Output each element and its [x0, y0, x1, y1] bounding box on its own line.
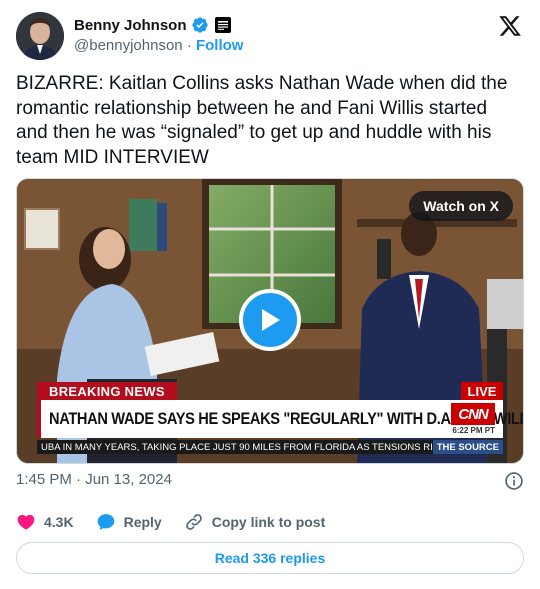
handle-row: @bennyjohnson · Follow — [74, 37, 243, 54]
network-logo: CNN — [451, 403, 495, 425]
ticker-source: THE SOURCE — [432, 440, 503, 454]
likes-count: 4.3K — [44, 514, 74, 530]
news-ticker: UBA IN MANY YEARS, TAKING PLACE JUST 90 … — [37, 440, 503, 454]
heart-icon — [17, 514, 35, 530]
play-icon — [262, 309, 280, 331]
play-button[interactable] — [239, 289, 301, 351]
watch-on-x-button[interactable]: Watch on X — [409, 191, 513, 221]
reply-bubble-icon — [97, 514, 114, 530]
video-player[interactable]: Watch on X BREAKING NEWS LIVE NATHAN WAD… — [16, 178, 524, 464]
link-icon — [185, 514, 202, 530]
live-badge: LIVE — [461, 382, 503, 400]
info-icon[interactable] — [504, 471, 524, 491]
copy-link-label: Copy link to post — [211, 514, 326, 530]
tweet-text: BIZARRE: Kaitlan Collins asks Nathan Wad… — [16, 73, 513, 168]
read-replies-button[interactable]: Read 336 replies — [16, 542, 524, 574]
display-name[interactable]: Benny Johnson — [74, 17, 187, 34]
reply-button[interactable]: Reply — [96, 512, 162, 532]
handle[interactable]: @bennyjohnson — [74, 37, 183, 54]
ticker-text: UBA IN MANY YEARS, TAKING PLACE JUST 90 … — [41, 441, 433, 453]
news-chyron: NATHAN WADE SAYS HE SPEAKS "REGULARLY" W… — [37, 400, 523, 438]
copy-link-button[interactable]: Copy link to post — [184, 512, 326, 532]
network-time: 6:22 PM PT — [452, 426, 495, 435]
timestamp-row: 1:45 PM · Jun 13, 2024 — [16, 471, 524, 491]
x-logo-icon[interactable] — [498, 14, 522, 38]
separator: · — [186, 37, 192, 54]
like-button[interactable]: 4.3K — [16, 512, 74, 532]
affiliation-badge-icon[interactable] — [214, 17, 231, 33]
tweet-card: Benny Johnson @bennyjohnson · Follow BIZ… — [0, 0, 540, 589]
name-row: Benny Johnson — [74, 16, 231, 34]
tweet-header: Benny Johnson @bennyjohnson · Follow — [16, 12, 524, 62]
reply-label: Reply — [123, 514, 162, 530]
breaking-news-label: BREAKING NEWS — [37, 382, 177, 400]
follow-button[interactable]: Follow — [196, 37, 244, 54]
action-bar: 4.3K Reply Copy link to post — [16, 510, 524, 534]
timestamp[interactable]: 1:45 PM · Jun 13, 2024 — [16, 471, 172, 488]
verified-badge-icon — [191, 17, 208, 33]
avatar[interactable] — [16, 12, 64, 60]
